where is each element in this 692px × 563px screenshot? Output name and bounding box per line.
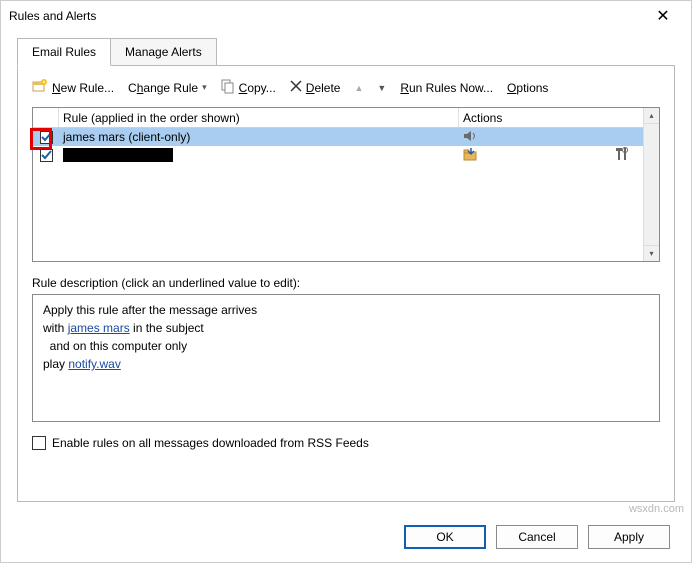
options-label: Options bbox=[507, 81, 548, 95]
new-rule-icon bbox=[32, 78, 48, 97]
new-rule-label: New Rule... bbox=[52, 81, 114, 95]
apply-button[interactable]: Apply bbox=[588, 525, 670, 549]
rule-name: james mars (client-only) bbox=[59, 130, 459, 144]
copy-icon bbox=[221, 79, 235, 96]
rule-actions bbox=[459, 130, 659, 145]
copy-button[interactable]: Copy... bbox=[221, 79, 276, 96]
tools-icon bbox=[615, 147, 629, 164]
move-down-button[interactable]: ▼ bbox=[377, 83, 386, 93]
tab-manage-alerts-label: Manage Alerts bbox=[125, 45, 202, 59]
rss-enable-label: Enable rules on all messages downloaded … bbox=[52, 436, 369, 450]
delete-label: Delete bbox=[306, 81, 341, 95]
run-rules-now-button[interactable]: Run Rules Now... bbox=[400, 81, 493, 95]
description-line: with james mars in the subject bbox=[43, 319, 649, 337]
email-rules-panel: New Rule... Change Rule ▾ Copy... Delete… bbox=[17, 65, 675, 502]
tab-strip: Email Rules Manage Alerts bbox=[1, 31, 691, 65]
watermark: wsxdn.com bbox=[629, 503, 684, 515]
tab-email-rules-label: Email Rules bbox=[32, 45, 96, 59]
rule-row[interactable]: james mars (client-only) bbox=[33, 128, 659, 146]
description-line: Apply this rule after the message arrive… bbox=[43, 301, 649, 319]
rules-list: Rule (applied in the order shown) Action… bbox=[32, 107, 660, 262]
rule-checkbox[interactable] bbox=[33, 131, 59, 144]
tab-email-rules[interactable]: Email Rules bbox=[17, 38, 111, 66]
ok-button-label: OK bbox=[436, 530, 453, 544]
scroll-up-icon[interactable]: ▴ bbox=[644, 108, 659, 124]
rules-alerts-dialog: Rules and Alerts ✕ Email Rules Manage Al… bbox=[0, 0, 692, 563]
cancel-button[interactable]: Cancel bbox=[496, 525, 578, 549]
change-rule-button[interactable]: Change Rule ▾ bbox=[128, 81, 207, 95]
column-rule[interactable]: Rule (applied in the order shown) bbox=[59, 108, 459, 127]
rss-enable-checkbox[interactable] bbox=[32, 436, 46, 450]
rule-name bbox=[59, 148, 459, 162]
delete-icon bbox=[290, 80, 302, 95]
description-line: and on this computer only bbox=[43, 337, 649, 355]
move-up-button[interactable]: ▲ bbox=[354, 83, 363, 93]
column-checkbox[interactable] bbox=[33, 108, 59, 127]
column-actions[interactable]: Actions bbox=[459, 108, 659, 127]
dialog-title: Rules and Alerts bbox=[9, 9, 96, 23]
description-box: Apply this rule after the message arrive… bbox=[32, 294, 660, 422]
dropdown-icon: ▾ bbox=[202, 82, 207, 93]
rules-scrollbar[interactable]: ▴ ▾ bbox=[643, 108, 659, 261]
rules-list-header: Rule (applied in the order shown) Action… bbox=[33, 108, 659, 128]
subject-value-link[interactable]: james mars bbox=[68, 321, 130, 335]
close-button[interactable]: ✕ bbox=[643, 6, 683, 26]
sound-file-link[interactable]: notify.wav bbox=[68, 357, 120, 371]
description-label: Rule description (click an underlined va… bbox=[32, 276, 660, 290]
rule-row[interactable] bbox=[33, 146, 659, 164]
rss-enable-row: Enable rules on all messages downloaded … bbox=[32, 436, 660, 450]
description-line: play notify.wav bbox=[43, 355, 649, 373]
column-rule-label: Rule (applied in the order shown) bbox=[63, 111, 240, 125]
dialog-buttons: OK Cancel Apply bbox=[404, 525, 670, 549]
redacted-text bbox=[63, 148, 173, 162]
options-button[interactable]: Options bbox=[507, 81, 548, 95]
column-actions-label: Actions bbox=[463, 111, 502, 125]
run-rules-now-label: Run Rules Now... bbox=[400, 81, 493, 95]
new-rule-button[interactable]: New Rule... bbox=[32, 78, 114, 97]
rule-actions bbox=[459, 147, 659, 164]
apply-button-label: Apply bbox=[614, 530, 644, 544]
rule-checkbox[interactable] bbox=[33, 149, 59, 162]
copy-label: Copy... bbox=[239, 81, 276, 95]
tab-manage-alerts[interactable]: Manage Alerts bbox=[111, 38, 217, 66]
sound-icon bbox=[463, 130, 477, 145]
delete-button[interactable]: Delete bbox=[290, 80, 341, 95]
scroll-down-icon[interactable]: ▾ bbox=[644, 245, 659, 261]
cancel-button-label: Cancel bbox=[518, 530, 555, 544]
toolbar: New Rule... Change Rule ▾ Copy... Delete… bbox=[32, 78, 660, 97]
ok-button[interactable]: OK bbox=[404, 525, 486, 549]
move-to-folder-icon bbox=[463, 147, 479, 164]
change-rule-label: Change Rule bbox=[128, 81, 198, 95]
titlebar: Rules and Alerts ✕ bbox=[1, 1, 691, 31]
